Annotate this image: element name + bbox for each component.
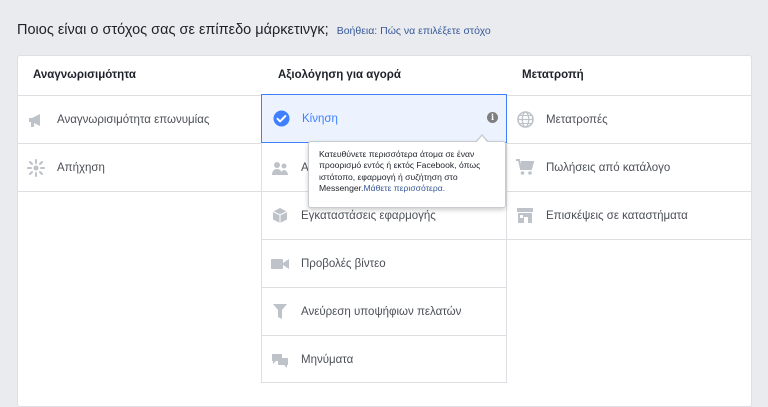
objective-label: Απήχηση [57, 161, 105, 174]
objective-catalog-sales[interactable]: Πωλήσεις από κατάλογο [516, 144, 750, 191]
info-icon[interactable]: i [487, 112, 498, 123]
store-icon [516, 207, 534, 225]
column-header-consideration: Αξιολόγηση για αγορά [278, 69, 401, 81]
column-header-awareness: Αναγνωρισιμότητα [33, 69, 137, 81]
objective-label: Μετατροπές [546, 113, 608, 126]
tooltip-arrow-inner [476, 136, 488, 143]
people-icon [271, 159, 289, 177]
objective-conversions[interactable]: Μετατροπές [516, 96, 750, 143]
objective-brand-awareness[interactable]: Αναγνωρισιμότητα επωνυμίας [27, 96, 260, 143]
objective-label: Αναγνωρισιμότητα επωνυμίας [57, 113, 210, 126]
objective-video-views[interactable]: Προβολές βίντεο [271, 240, 505, 287]
objective-question: Ποιος είναι ο στόχος σας σε επίπεδο μάρκ… [17, 22, 329, 38]
objective-label: Μηνύματα [301, 353, 354, 366]
row-divider [506, 239, 751, 240]
funnel-icon [271, 303, 289, 321]
objective-lead-generation[interactable]: Ανεύρεση υποψήφιων πελατών [271, 288, 505, 335]
reach-burst-icon [27, 158, 45, 177]
objective-label: Πωλήσεις από κατάλογο [546, 161, 671, 174]
objective-label: Προβολές βίντεο [301, 257, 386, 270]
objective-messages[interactable]: Μηνύματα [271, 336, 505, 383]
objective-label: Ανεύρεση υποψήφιων πελατών [301, 305, 462, 318]
help-link[interactable]: Βοήθεια: Πώς να επιλέξετε στόχο [337, 25, 491, 37]
objective-header: Ποιος είναι ο στόχος σας σε επίπεδο μάρκ… [17, 22, 491, 38]
objective-label: Κίνηση [302, 112, 338, 125]
objective-store-visits[interactable]: Επισκέψεις σε καταστήματα [516, 192, 750, 239]
objective-label: Επισκέψεις σε καταστήματα [546, 209, 688, 222]
checkmark-circle-icon [272, 110, 290, 128]
objective-reach[interactable]: Απήχηση [27, 144, 260, 191]
objective-label: Εγκαταστάσεις εφαρμογής [301, 209, 436, 222]
megaphone-icon [27, 111, 45, 129]
objective-tooltip: Κατευθύνετε περισσότερα άτομα σε έναν πρ… [308, 141, 506, 208]
objective-traffic[interactable]: Κίνηση i [261, 94, 507, 143]
video-camera-icon [271, 255, 289, 273]
shopping-cart-icon [516, 159, 534, 177]
learn-more-link[interactable]: Μάθετε περισσότερα. [363, 183, 445, 193]
chat-bubbles-icon [271, 351, 289, 369]
box-icon [271, 207, 289, 225]
row-divider [18, 191, 261, 192]
objective-card: Αναγνωρισιμότητα Αξιολόγηση για αγορά Με… [17, 55, 752, 407]
column-header-conversion: Μετατροπή [522, 69, 584, 81]
globe-icon [516, 111, 534, 129]
